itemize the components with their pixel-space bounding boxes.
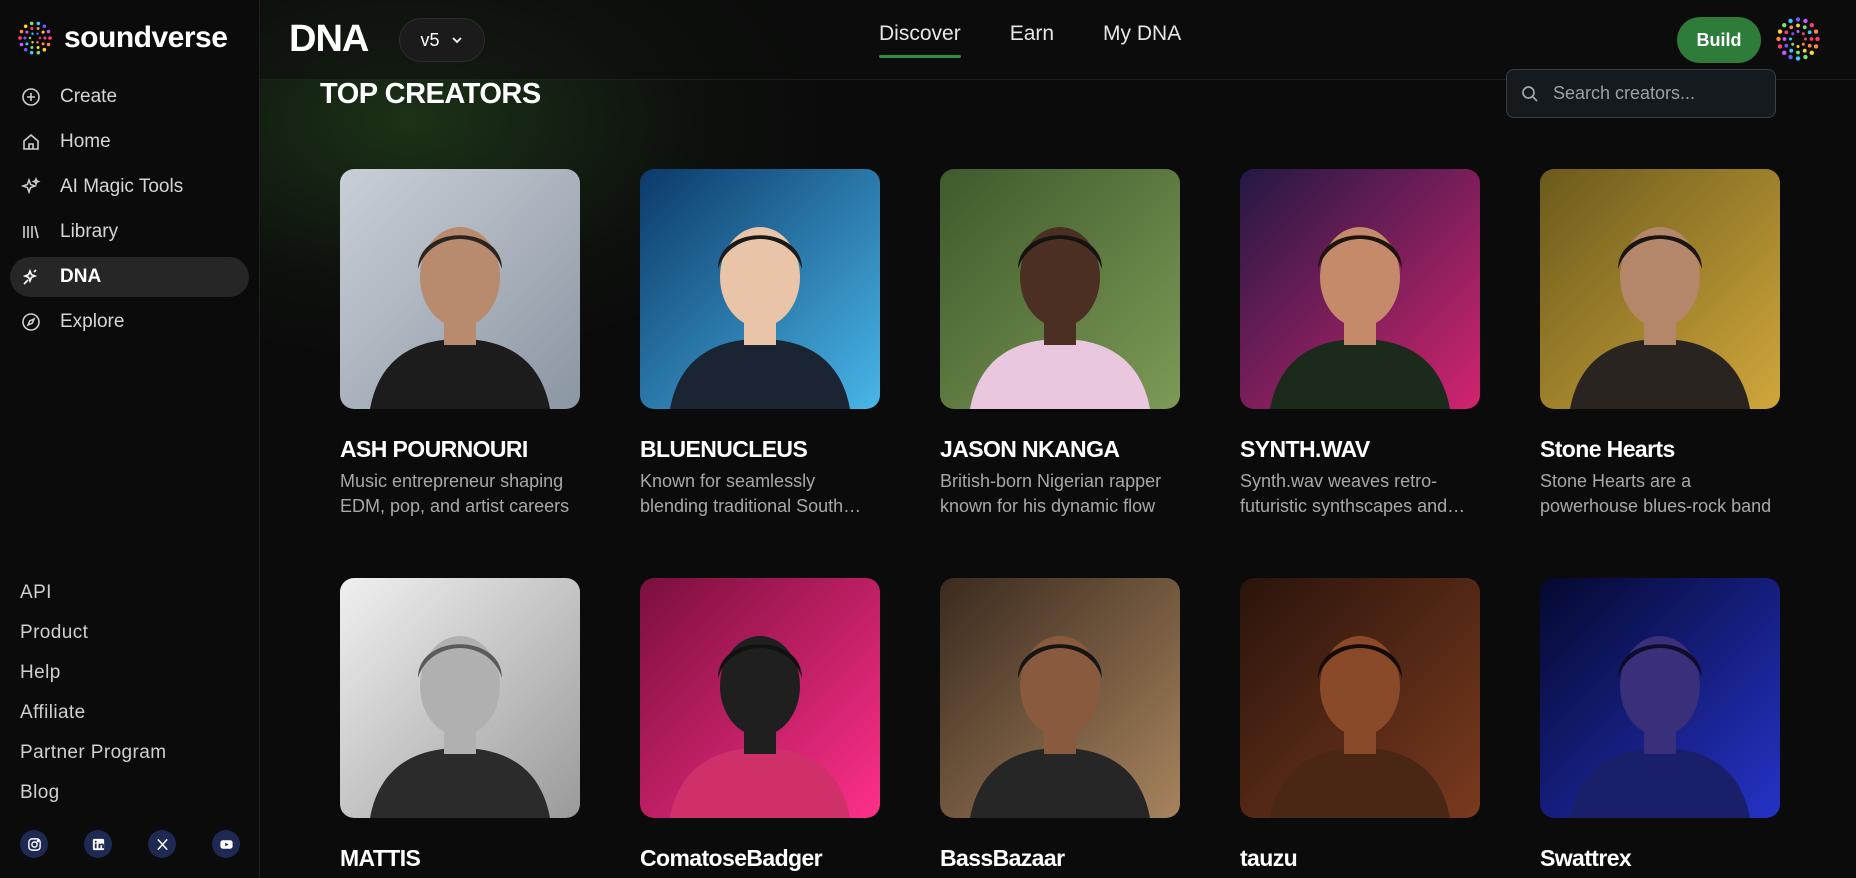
footer-link-api[interactable]: API (20, 578, 166, 618)
creator-name: MATTIS (340, 845, 421, 871)
section-title-light: TOP (320, 78, 378, 110)
creator-card[interactable]: JASON NKANGA British-born Nigerian rapper… (940, 169, 1180, 519)
creator-name: BassBazaar (940, 845, 1065, 871)
section-title-bold: CREATORS (384, 78, 542, 110)
creator-description: Music entrepreneur shaping EDM, pop, and… (340, 471, 570, 516)
social-links (20, 830, 240, 858)
search-input[interactable] (1553, 83, 1763, 104)
footer-link-affiliate[interactable]: Affiliate (20, 698, 166, 738)
creator-card[interactable]: MATTIS (340, 578, 580, 878)
footer-link-help[interactable]: Help (20, 658, 166, 698)
footer-link-blog[interactable]: Blog (20, 778, 166, 818)
search-creators[interactable] (1506, 69, 1776, 118)
sidebar-item-home[interactable]: Home (10, 122, 249, 162)
top-bar: DNA v5 Discover Earn My DNA Build (260, 0, 1856, 80)
creator-name: BLUENUCLEUS (640, 436, 808, 462)
creator-description: Synth.wav weaves retro-futuristic synths… (1240, 471, 1448, 516)
library-icon (20, 221, 42, 243)
creator-description: Stone Hearts are a powerhouse blues-rock… (1540, 471, 1772, 516)
creator-card[interactable]: Swattrex (1540, 578, 1780, 878)
sidebar-item-library[interactable]: Library (10, 212, 249, 252)
sidebar-item-ai-magic-tools[interactable]: AI Magic Tools (10, 167, 249, 207)
brand[interactable]: soundverse (0, 0, 259, 76)
sparkle-icon (20, 176, 42, 198)
sidebar-item-label: Library (60, 221, 119, 242)
creator-description: Known for seamlessly blending traditiona… (640, 471, 844, 516)
creator-name: ASH POURNOURI (340, 436, 528, 462)
sidebar-item-explore[interactable]: Explore (10, 302, 249, 342)
app: soundverse Create Home AI Magic Tools Li… (0, 0, 1856, 878)
creator-image (1240, 578, 1480, 818)
sidebar-item-label: Home (60, 131, 111, 152)
creator-name: tauzu (1240, 845, 1298, 871)
creator-name: SYNTH.WAV (1240, 436, 1370, 462)
sidebar: soundverse Create Home AI Magic Tools Li… (0, 0, 260, 878)
header-tabs: Discover Earn My DNA (879, 22, 1230, 58)
creator-image (340, 169, 580, 409)
home-icon (20, 131, 42, 153)
creator-name: JASON NKANGA (940, 436, 1120, 462)
creator-card[interactable]: SYNTH.WAV Synth.wav weaves retro-futurist… (1240, 169, 1480, 519)
creator-card[interactable]: ComatoseBadger (640, 578, 880, 878)
creator-card[interactable]: ASH POURNOURI Music entrepreneur shaping … (340, 169, 580, 519)
soundverse-logo-icon (18, 21, 52, 55)
dna-sparkle-icon (20, 266, 42, 288)
creator-card[interactable]: BassBazaar (940, 578, 1180, 878)
instagram-icon[interactable] (20, 830, 48, 858)
sidebar-footer-links: API Product Help Affiliate Partner Progr… (20, 578, 166, 818)
compass-icon (20, 311, 42, 333)
sidebar-item-label: Explore (60, 311, 125, 332)
section-title: TOP CREATORS (320, 78, 541, 111)
linkedin-icon[interactable] (84, 830, 112, 858)
creator-image (940, 578, 1180, 818)
sidebar-item-create[interactable]: Create (10, 77, 249, 117)
creator-image (640, 578, 880, 818)
creator-card[interactable]: tauzu (1240, 578, 1480, 878)
creator-image (1540, 169, 1780, 409)
sidebar-nav: Create Home AI Magic Tools Library DNA E… (0, 77, 259, 342)
creator-image (940, 169, 1180, 409)
search-icon (1522, 85, 1538, 102)
creator-card[interactable]: Stone Hearts Stone Hearts are a powerhous… (1540, 169, 1780, 519)
page-title: DNA (289, 18, 369, 60)
creator-image (640, 169, 880, 409)
version-select[interactable]: v5 (399, 18, 485, 62)
youtube-icon[interactable] (212, 830, 240, 858)
version-value: v5 (420, 29, 440, 50)
creator-description: British-born Nigerian rapper known for h… (940, 471, 1162, 516)
tab-earn[interactable]: Earn (1010, 22, 1054, 58)
creator-image (340, 578, 580, 818)
sidebar-item-dna[interactable]: DNA (10, 257, 249, 297)
main-content: DNA v5 Discover Earn My DNA Build TOP CR… (260, 0, 1856, 878)
creator-name: Stone Hearts (1540, 436, 1675, 462)
creator-name: ComatoseBadger (640, 845, 823, 871)
creator-name: Swattrex (1540, 845, 1632, 871)
sidebar-item-label: Create (60, 86, 118, 107)
sidebar-item-label: DNA (60, 266, 102, 287)
creator-card[interactable]: BLUENUCLEUS Known for seamlessly blending… (640, 169, 880, 519)
brand-name: soundverse (64, 21, 228, 54)
x-icon[interactable] (148, 830, 176, 858)
profile-avatar-icon[interactable] (1776, 17, 1820, 61)
plus-circle-icon (20, 86, 42, 108)
creator-image (1540, 578, 1780, 818)
tab-my-dna[interactable]: My DNA (1103, 22, 1181, 58)
build-button[interactable]: Build (1677, 17, 1761, 63)
creator-image (1240, 169, 1480, 409)
tab-discover[interactable]: Discover (879, 22, 961, 58)
footer-link-partner-program[interactable]: Partner Program (20, 738, 166, 778)
footer-link-product[interactable]: Product (20, 618, 166, 658)
sidebar-item-label: AI Magic Tools (60, 176, 184, 197)
chevron-down-icon (451, 37, 462, 44)
